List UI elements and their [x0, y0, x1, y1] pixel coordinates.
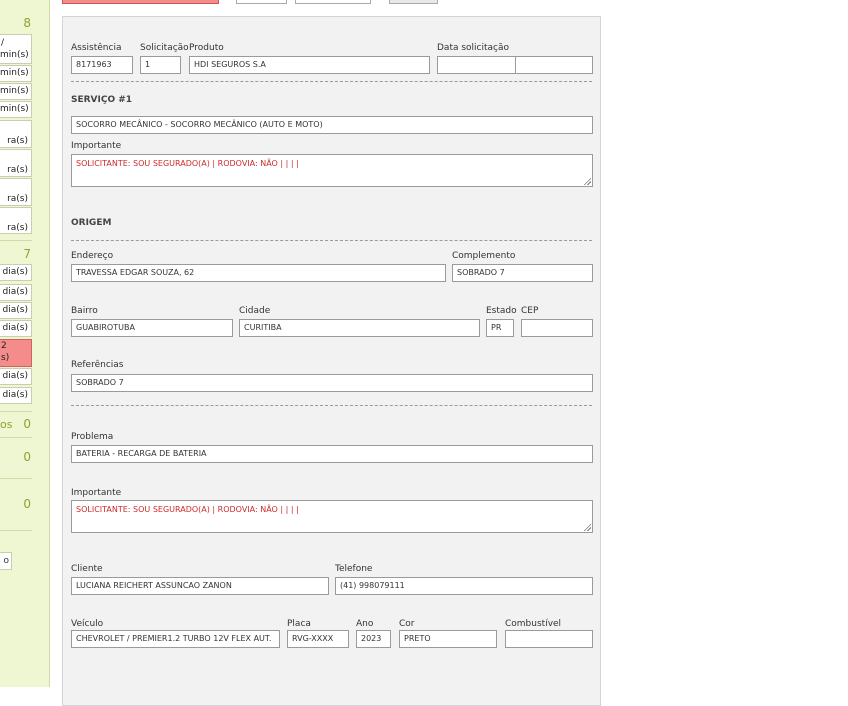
importante2-label: Importante	[71, 488, 122, 498]
cidade-field[interactable]: CURITIBA	[239, 319, 480, 337]
queue-slot[interactable]: min(s)	[0, 65, 32, 82]
section-divider	[71, 81, 592, 82]
queue-slot[interactable]: dia(s)	[0, 284, 32, 301]
ano-label: Ano	[356, 619, 374, 629]
cep-field[interactable]	[521, 319, 593, 337]
importante-text: SOLICITANTE: SOU SEGURADO(A) | RODOVIA: …	[76, 159, 299, 168]
complemento-label: Complemento	[452, 251, 516, 261]
left-sidebar: 8 / min(s) min(s) min(s) min(s) ra(s) ra…	[0, 0, 50, 687]
queue-slot[interactable]: ra(s)	[0, 149, 32, 177]
combustivel-field[interactable]	[505, 630, 593, 648]
telefone-label: Telefone	[335, 564, 373, 574]
veiculo-label: Veículo	[71, 619, 104, 629]
group-count: 0	[23, 417, 31, 431]
cliente-label: Cliente	[71, 564, 103, 574]
group-count: 0	[23, 450, 31, 464]
cor-field[interactable]: PRETO	[399, 630, 497, 648]
queue-slot[interactable]: dia(s)	[0, 387, 32, 404]
cidade-label: Cidade	[239, 306, 271, 316]
queue-slot-alert[interactable]: 2 s)	[0, 339, 32, 367]
sidebar-divider	[0, 478, 32, 479]
solicitacao-label: Solicitação	[140, 43, 189, 53]
queue-slot[interactable]: dia(s)	[0, 302, 32, 319]
queue-slot[interactable]: dia(s)	[0, 368, 32, 385]
produto-label: Produto	[189, 43, 224, 53]
referencias-label: Referências	[71, 360, 124, 370]
top-button[interactable]	[389, 0, 438, 4]
servico-title: SERVIÇO #1	[71, 95, 133, 105]
queue-slot[interactable]: ra(s)	[0, 178, 32, 206]
placa-field[interactable]: RVG-XXXX	[287, 630, 349, 648]
slot-marker: /	[1, 38, 5, 48]
importante2-text: SOLICITANTE: SOU SEGURADO(A) | RODOVIA: …	[76, 505, 299, 514]
sidebar-divider	[0, 437, 32, 438]
assistencia-field[interactable]: 8171963	[71, 56, 133, 74]
importante2-textarea[interactable]: SOLICITANTE: SOU SEGURADO(A) | RODOVIA: …	[71, 500, 593, 533]
top-alert-bar[interactable]	[62, 0, 219, 4]
resize-grip-icon[interactable]	[583, 177, 591, 185]
combustivel-label: Combustível	[505, 619, 562, 629]
section-divider	[71, 240, 592, 241]
servico-field[interactable]: SOCORRO MECÂNICO - SOCORRO MECÂNICO (AUT…	[71, 116, 593, 134]
importante-label: Importante	[71, 141, 122, 151]
section-divider	[71, 405, 592, 406]
estado-label: Estado	[486, 306, 517, 316]
endereco-label: Endereço	[71, 251, 114, 261]
group-count: 8	[23, 16, 31, 30]
cor-label: Cor	[399, 619, 415, 629]
bairro-label: Bairro	[71, 306, 98, 316]
problema-label: Problema	[71, 432, 114, 442]
data-solicitacao-label: Data solicitação	[437, 43, 510, 53]
top-field[interactable]	[295, 0, 371, 4]
top-field[interactable]	[236, 0, 287, 4]
endereco-field[interactable]: TRAVESSA EDGAR SOUZA, 62	[71, 264, 446, 282]
group-label: os	[0, 418, 13, 431]
sidebar-small-control[interactable]: o	[0, 552, 12, 570]
estado-field[interactable]: PR	[486, 319, 514, 337]
queue-slot[interactable]: min(s)	[0, 83, 32, 100]
sidebar-divider	[0, 411, 32, 412]
queue-slot[interactable]: / min(s)	[0, 34, 32, 64]
queue-slot[interactable]: ra(s)	[0, 207, 32, 234]
complemento-field[interactable]: SOBRADO 7	[452, 264, 593, 282]
queue-slot[interactable]: min(s)	[0, 101, 32, 118]
group-count: 0	[23, 497, 31, 511]
data-solicitacao-time-field[interactable]	[515, 56, 593, 74]
assistencia-label: Assistência	[71, 43, 122, 53]
bairro-field[interactable]: GUABIROTUBA	[71, 319, 233, 337]
veiculo-field[interactable]: CHEVROLET / PREMIER1.2 TURBO 12V FLEX AU…	[71, 630, 280, 648]
group-count: 7	[23, 247, 31, 261]
slot-alert-unit: s)	[1, 353, 10, 363]
cliente-field[interactable]: LUCIANA REICHERT ASSUNCAO ZANON	[71, 577, 329, 595]
produto-field[interactable]: HDI SEGUROS S.A	[189, 56, 430, 74]
sidebar-divider	[0, 530, 32, 531]
queue-slot[interactable]: ra(s)	[0, 120, 32, 148]
resize-grip-icon[interactable]	[583, 523, 591, 531]
referencias-field[interactable]: SOBRADO 7	[71, 374, 593, 392]
slot-duration: min(s)	[0, 50, 29, 60]
slot-alert-value: 2	[1, 341, 7, 351]
telefone-field[interactable]: (41) 998079111	[335, 577, 593, 595]
solicitacao-field[interactable]: 1	[140, 56, 181, 74]
placa-label: Placa	[287, 619, 311, 629]
ano-field[interactable]: 2023	[356, 630, 391, 648]
data-solicitacao-date-field[interactable]	[437, 56, 516, 74]
importante-textarea[interactable]: SOLICITANTE: SOU SEGURADO(A) | RODOVIA: …	[71, 154, 593, 187]
queue-slot[interactable]: dia(s)	[0, 264, 32, 281]
service-form-panel: Assistência 8171963 Solicitação 1 Produt…	[62, 16, 601, 706]
problema-field[interactable]: BATERIA - RECARGA DE BATERIA	[71, 445, 593, 463]
cep-label: CEP	[521, 306, 539, 316]
sidebar-divider	[0, 240, 32, 241]
origem-title: ORIGEM	[71, 218, 112, 228]
queue-slot[interactable]: dia(s)	[0, 320, 32, 337]
